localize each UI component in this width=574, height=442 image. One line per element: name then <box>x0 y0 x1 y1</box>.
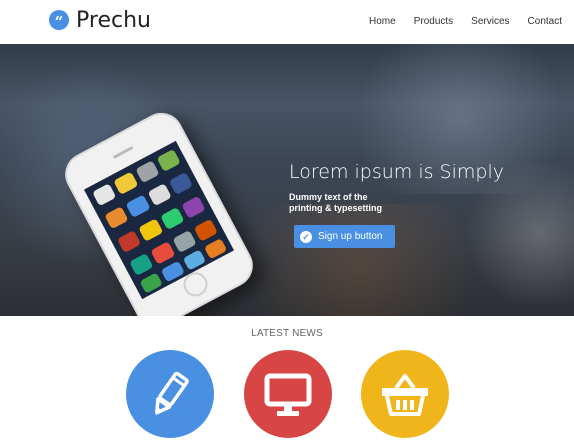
monitor-icon <box>264 373 312 416</box>
hero-subline: Dummy text of the printing & typesetting <box>289 192 382 214</box>
brand-name[interactable]: Prechu <box>76 8 151 33</box>
app-icon <box>134 160 160 184</box>
nav-home[interactable]: Home <box>369 16 396 27</box>
quote-icon[interactable]: “ <box>49 10 69 31</box>
hero-background-blur <box>460 164 574 304</box>
hero-banner: Lorem ipsum is Simply Dummy text of the … <box>0 44 574 316</box>
page: “ Prechu Home Products Services Contact <box>0 0 574 442</box>
check-circle-icon: ✓ <box>300 230 312 243</box>
news-item-pencil[interactable] <box>126 350 214 438</box>
pencil-icon <box>155 371 189 415</box>
app-icon <box>113 171 139 195</box>
app-icon <box>104 206 129 230</box>
shopping-basket-icon <box>382 374 428 416</box>
app-icon <box>125 194 151 219</box>
app-icon <box>147 183 172 207</box>
app-icon <box>92 183 117 207</box>
phone-speaker <box>112 145 134 159</box>
hero-headline: Lorem ipsum is Simply <box>289 161 504 183</box>
app-icon <box>171 229 197 254</box>
app-icon <box>168 172 194 196</box>
phone-screen <box>83 140 235 300</box>
app-icon <box>159 206 185 230</box>
nav-services[interactable]: Services <box>471 16 509 27</box>
app-icon <box>193 218 218 242</box>
nav-contact[interactable]: Contact <box>528 16 562 27</box>
main-nav: Home Products Services Contact <box>369 16 562 27</box>
app-icon <box>180 195 206 219</box>
app-icon <box>116 229 142 253</box>
news-item-monitor[interactable] <box>244 350 332 438</box>
latest-news-title: LATEST NEWS <box>251 328 323 339</box>
nav-products[interactable]: Products <box>414 16 453 27</box>
sign-up-button-label: Sign up button <box>318 231 383 242</box>
app-icon <box>156 148 181 173</box>
site-header: “ Prechu Home Products Services Contact <box>0 0 574 44</box>
hero-subline-line: Dummy text of the <box>289 192 368 202</box>
news-item-basket[interactable] <box>361 350 449 438</box>
sign-up-button[interactable]: ✓ Sign up button <box>294 225 395 248</box>
app-icon <box>129 252 154 276</box>
hero-subline-line: printing & typesetting <box>289 203 382 213</box>
app-icon <box>138 218 163 242</box>
app-icon <box>150 241 175 265</box>
